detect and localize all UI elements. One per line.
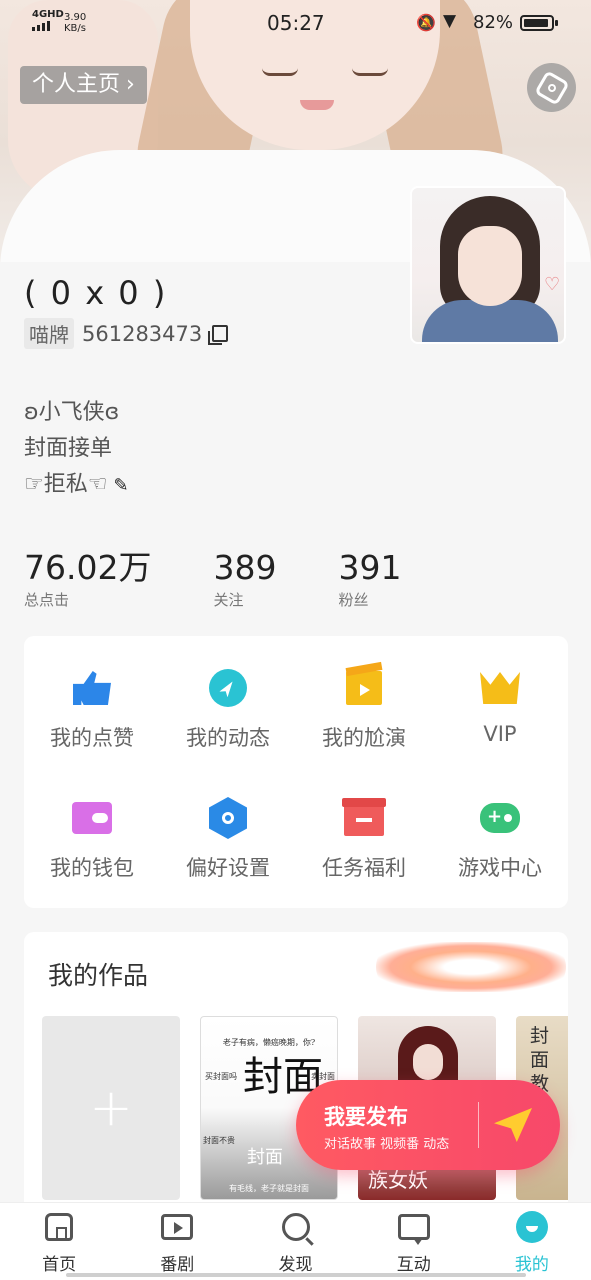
settings-button[interactable] xyxy=(527,63,576,112)
tab-discover[interactable]: 发现 xyxy=(236,1203,354,1280)
bio-line: ʚ小飞侠ɞ xyxy=(24,400,120,425)
heart-icon: ♡ xyxy=(544,274,561,295)
status-bar: 4GHD 3.90 KB/s 05:27 🔕 ▼ 82% xyxy=(0,0,591,46)
network-type: 4GHD xyxy=(32,9,64,20)
tab-me[interactable]: 我的 xyxy=(473,1203,591,1280)
bottom-tab-bar: 首页 番剧 发现 互动 我的 xyxy=(0,1202,591,1280)
publish-title: 我要发布 xyxy=(324,1105,408,1129)
stats-row: 76.02万 总点击 389 关注 391 粉丝 xyxy=(24,548,463,610)
tab-series[interactable]: 番剧 xyxy=(118,1203,236,1280)
clapperboard-icon xyxy=(346,671,382,705)
publish-button[interactable]: 我要发布 对话故事 视频番 动态 xyxy=(296,1080,560,1170)
paper-plane-icon xyxy=(494,1108,532,1142)
mute-bell-icon: 🔕 xyxy=(416,13,436,32)
wallet-icon xyxy=(72,802,112,834)
menu-task-rewards[interactable]: 任务福利 xyxy=(296,772,432,902)
bio: ʚ小飞侠ɞ 封面接单 ☞拒私☜ ✎ xyxy=(24,395,129,504)
my-works-section: 我的作品 + 老子有病，懒癌晚期，你? 买封面吗 卖封面 封面 封面不贵 封面 … xyxy=(24,932,568,1222)
publish-subtitle: 对话故事 视频番 动态 xyxy=(324,1137,450,1152)
feature-menu-card: 我的点赞 我的动态 我的尬演 VIP 我的钱包 偏好设置 任务福利 游戏中心 xyxy=(24,636,568,908)
nickname: ( 0 x 0 ) xyxy=(24,274,168,312)
crown-icon xyxy=(480,672,520,704)
menu-wallet[interactable]: 我的钱包 xyxy=(24,772,160,902)
works-title: 我的作品 xyxy=(48,961,149,990)
stat-total-clicks[interactable]: 76.02万 总点击 xyxy=(24,548,151,610)
clock: 05:27 xyxy=(267,11,325,35)
add-work-button[interactable]: + xyxy=(42,1016,180,1200)
personal-homepage-button[interactable]: 个人主页 › xyxy=(20,66,147,104)
gamepad-icon xyxy=(480,803,520,833)
redaction-smudge xyxy=(376,942,566,992)
me-icon xyxy=(515,1211,548,1243)
home-icon xyxy=(45,1213,74,1241)
thumbs-up-icon xyxy=(73,671,111,705)
network-speed: 3.90 KB/s xyxy=(64,12,87,34)
homepage-label: 个人主页 xyxy=(32,72,121,97)
gift-box-icon xyxy=(342,798,386,836)
wifi-icon: ▼ xyxy=(443,11,457,31)
hexagon-settings-icon xyxy=(209,797,247,839)
menu-preferences[interactable]: 偏好设置 xyxy=(160,772,296,902)
bio-line: 封面接单 xyxy=(24,436,113,461)
gear-icon xyxy=(533,69,570,106)
play-icon xyxy=(161,1214,194,1240)
compass-icon xyxy=(209,669,247,707)
menu-my-posts[interactable]: 我的动态 xyxy=(160,642,296,772)
id-tag: 喵牌 xyxy=(24,318,74,349)
battery-percent: 82% xyxy=(473,12,514,33)
search-icon xyxy=(281,1213,310,1241)
bio-line: ☞拒私☜ ✎ xyxy=(24,472,129,497)
battery-icon xyxy=(520,15,558,31)
copy-icon[interactable] xyxy=(208,325,229,345)
signal-icon xyxy=(32,21,50,31)
user-id-row: 喵牌 561283473 xyxy=(24,318,229,349)
menu-vip[interactable]: VIP xyxy=(432,642,568,772)
menu-my-likes[interactable]: 我的点赞 xyxy=(24,642,160,772)
home-indicator[interactable] xyxy=(66,1273,526,1277)
avatar[interactable]: ♡ xyxy=(410,186,566,344)
stat-followers[interactable]: 391 粉丝 xyxy=(338,548,401,610)
chat-icon xyxy=(397,1214,430,1245)
stat-following[interactable]: 389 关注 xyxy=(213,548,276,610)
menu-my-acting[interactable]: 我的尬演 xyxy=(296,642,432,772)
tab-home[interactable]: 首页 xyxy=(0,1203,118,1280)
user-id: 561283473 xyxy=(82,321,203,346)
chevron-right-icon: › xyxy=(126,72,135,97)
tab-interact[interactable]: 互动 xyxy=(355,1203,473,1280)
edit-pen-icon[interactable]: ✎ xyxy=(113,475,128,496)
menu-game-center[interactable]: 游戏中心 xyxy=(432,772,568,902)
